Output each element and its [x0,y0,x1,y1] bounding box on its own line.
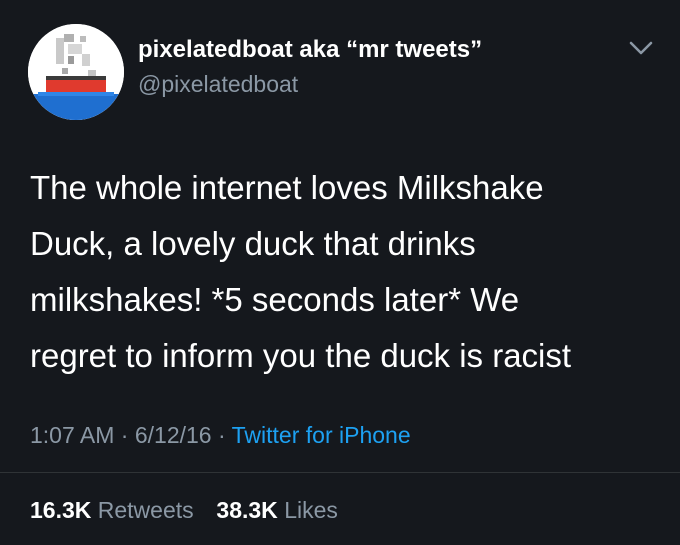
tweet-time[interactable]: 1:07 AM [30,422,114,448]
likes-stat[interactable]: 38.3K Likes [216,497,337,523]
tweet-text-line: milkshakes! *5 seconds later* We [30,281,520,318]
tweet-source-link[interactable]: Twitter for iPhone [232,422,411,448]
tweet-text: The whole internet loves Milkshake Duck,… [30,160,660,384]
meta-separator: · [120,422,129,448]
meta-separator: · [217,422,226,448]
retweets-count: 16.3K [30,497,92,523]
pixel-boat-avatar-icon [28,24,124,120]
retweets-stat[interactable]: 16.3K Retweets [30,497,200,523]
likes-label: Likes [284,497,338,523]
author-handle[interactable]: @pixelatedboat [138,71,298,98]
chevron-down-icon [629,41,653,55]
tweet-stats: 16.3K Retweets 38.3K Likes [30,497,338,524]
tweet-text-line: regret to inform you the duck is racist [30,337,572,374]
divider [0,472,680,473]
retweets-label: Retweets [97,497,194,523]
author-display-name[interactable]: pixelatedboat aka “mr tweets” [138,36,482,64]
tweet-card: pixelatedboat aka “mr tweets” @pixelated… [0,0,680,545]
tweet-text-line: The whole internet loves Milkshake [30,169,544,206]
likes-count: 38.3K [216,497,278,523]
tweet-meta: 1:07 AM · 6/12/16 · Twitter for iPhone [30,422,411,449]
tweet-text-line: Duck, a lovely duck that drinks [30,225,476,262]
tweet-date[interactable]: 6/12/16 [135,422,212,448]
more-options-button[interactable] [628,40,654,56]
avatar[interactable] [28,24,124,120]
